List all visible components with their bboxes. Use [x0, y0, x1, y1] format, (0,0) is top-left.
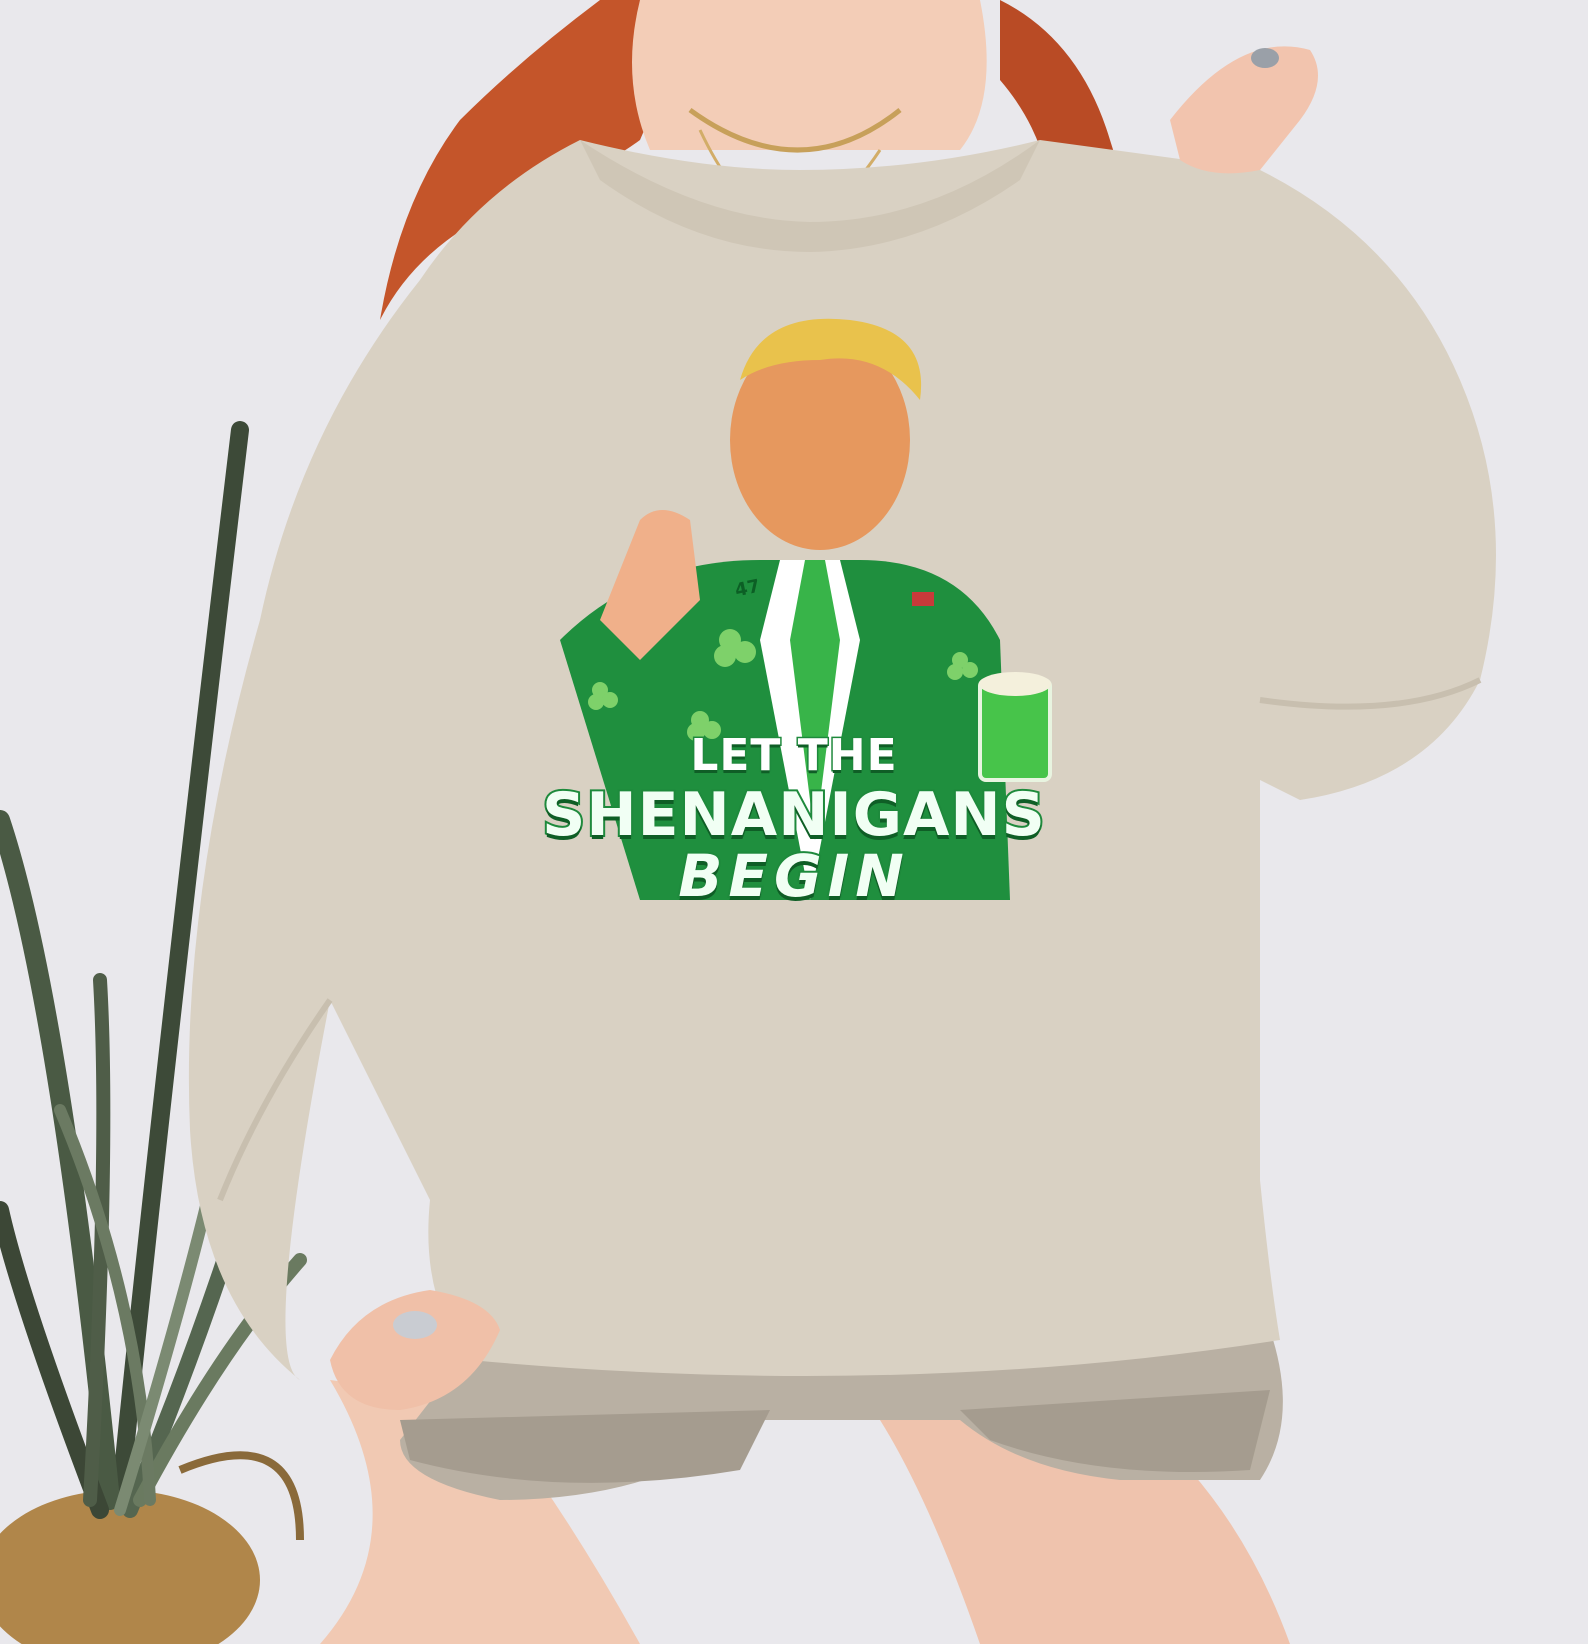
- photo-scene: 47 LET THE SHENANIGANS BEGIN: [0, 0, 1588, 1644]
- print-line-let-the: LET THE: [689, 729, 898, 783]
- flag-pin-icon: [912, 592, 934, 606]
- ring-lower: [393, 1311, 437, 1339]
- print-line-shenanigans: SHENANIGANS: [540, 778, 1047, 852]
- ring: [1251, 48, 1279, 68]
- print-line-begin: BEGIN: [676, 840, 910, 912]
- beer-foam: [979, 672, 1051, 696]
